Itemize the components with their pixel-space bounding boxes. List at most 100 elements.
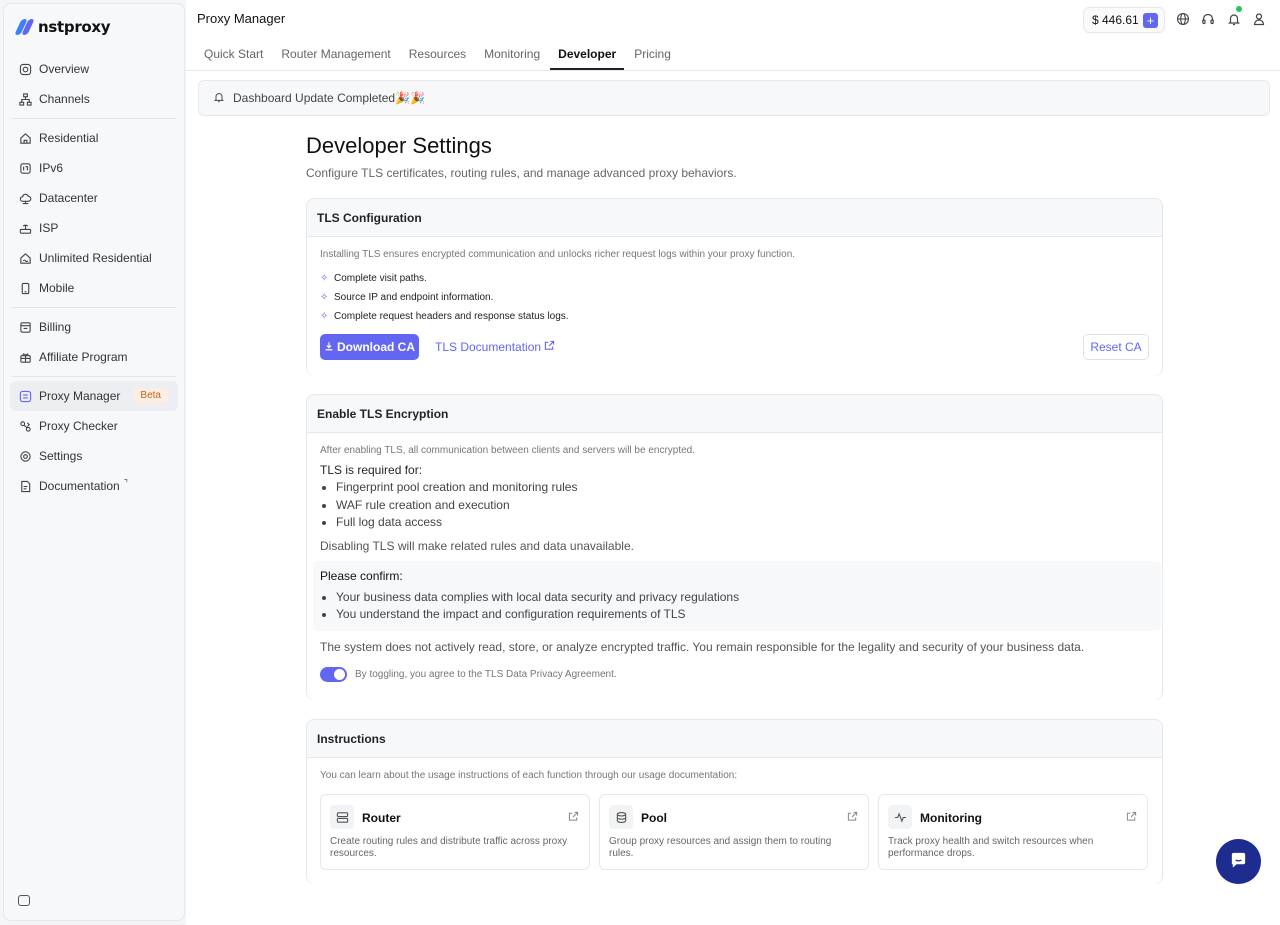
sidebar-item-settings[interactable]: Settings <box>10 441 178 471</box>
external-link-icon: ⌝ <box>123 477 128 488</box>
tls-actions: Download CA TLS Documentation Reset CA <box>320 334 1149 360</box>
list-item: You understand the impact and configurat… <box>336 607 1154 625</box>
page-subtitle: Configure TLS certificates, routing rule… <box>306 166 737 180</box>
top-header: Proxy Manager Quick Start Router Managem… <box>186 0 1280 71</box>
brand-logo[interactable]: nstproxy <box>14 16 111 38</box>
checker-icon <box>19 420 32 433</box>
bell-icon <box>213 91 225 106</box>
sidebar-item-channels[interactable]: Channels <box>10 84 178 114</box>
tab-router-management[interactable]: Router Management <box>273 38 398 70</box>
sidebar: nstproxy Overview Channels Residential I… <box>3 3 185 921</box>
notification-dot <box>1236 6 1242 12</box>
sidebar-item-label: Mobile <box>39 281 75 295</box>
infinity-home-icon <box>19 252 32 265</box>
list-item: ✧ Source IP and endpoint information. <box>320 288 1149 307</box>
toggle-label: By toggling, you agree to the TLS Data P… <box>355 668 617 680</box>
ipv6-icon <box>19 162 32 175</box>
card-description: Group proxy resources and assign them to… <box>609 836 832 859</box>
sidebar-item-documentation[interactable]: Documentation ⌝ <box>10 471 178 501</box>
sidebar-item-label: Channels <box>39 92 90 106</box>
card-title: TLS Configuration <box>317 210 422 225</box>
tls-encryption-card: Enable TLS Encryption After enabling TLS… <box>306 394 1163 700</box>
card-name: Pool <box>641 811 667 825</box>
user-icon[interactable] <box>1252 12 1266 26</box>
list-item: ✧ Complete visit paths. <box>320 269 1149 288</box>
globe-icon[interactable] <box>1176 12 1190 26</box>
sidebar-item-isp[interactable]: ISP <box>10 213 178 243</box>
tab-quick-start[interactable]: Quick Start <box>196 38 271 70</box>
nav-divider <box>12 376 176 377</box>
sparkle-icon: ✧ <box>320 292 329 303</box>
sidebar-item-label: Proxy Manager <box>39 389 121 403</box>
sidebar-item-proxy-checker[interactable]: Proxy Checker <box>10 411 178 441</box>
sparkle-icon: ✧ <box>320 311 329 322</box>
sidebar-item-affiliate-program[interactable]: Affiliate Program <box>10 342 178 372</box>
download-icon <box>324 340 334 354</box>
button-label: Download CA <box>337 340 415 354</box>
instruction-card-router[interactable]: Router Create routing rules and distribu… <box>320 794 590 870</box>
pulse-icon <box>888 805 912 829</box>
feature-list: ✧ Complete visit paths. ✧ Source IP and en… <box>320 269 1149 326</box>
sidebar-item-label: IPv6 <box>39 161 64 175</box>
sidebar-item-label: Proxy Checker <box>39 419 118 433</box>
gift-icon <box>19 351 32 364</box>
instructions-description: You can learn about the usage instructio… <box>320 770 738 781</box>
sidebar-item-datacenter[interactable]: Datacenter <box>10 183 178 213</box>
external-link-icon <box>544 340 555 354</box>
tls-config-description: Installing TLS ensures encrypted communi… <box>320 249 796 260</box>
sidebar-item-label: ISP <box>39 221 59 235</box>
chat-support-button[interactable] <box>1216 839 1261 884</box>
app-title: Proxy Manager <box>197 11 286 26</box>
instruction-card-pool[interactable]: Pool Group proxy resources and assign th… <box>599 794 869 870</box>
tls-toggle-switch[interactable] <box>320 666 347 682</box>
sidebar-item-unlimited-residential[interactable]: Unlimited Residential <box>10 243 178 273</box>
cloud-icon <box>19 192 32 205</box>
card-description: Track proxy health and switch resources … <box>888 836 1094 859</box>
page-title: Developer Settings <box>306 133 492 158</box>
feature-text: Complete visit paths. <box>334 273 427 284</box>
sidebar-item-ipv6[interactable]: IPv6 <box>10 153 178 183</box>
card-title: Instructions <box>317 731 386 746</box>
sidebar-item-label: Unlimited Residential <box>39 251 152 265</box>
home-icon <box>19 132 32 145</box>
sidebar-item-billing[interactable]: Billing <box>10 312 178 342</box>
sidebar-item-residential[interactable]: Residential <box>10 123 178 153</box>
sidebar-item-mobile[interactable]: Mobile <box>10 273 178 303</box>
server-icon <box>330 805 354 829</box>
router-icon <box>19 222 32 235</box>
toggle-knob <box>334 668 345 680</box>
list-item: Full log data access <box>336 515 1149 533</box>
billing-icon <box>19 321 32 334</box>
tab-monitoring[interactable]: Monitoring <box>476 38 548 70</box>
confirm-box: Please confirm: Your business data compl… <box>313 560 1161 631</box>
sidebar-item-overview[interactable]: Overview <box>10 54 178 84</box>
link-label: TLS Documentation <box>435 340 542 354</box>
reset-ca-button[interactable]: Reset CA <box>1083 334 1149 360</box>
tab-resources[interactable]: Resources <box>401 38 474 70</box>
download-ca-button[interactable]: Download CA <box>320 334 419 360</box>
sidebar-item-proxy-manager[interactable]: Proxy Manager Beta <box>10 381 178 411</box>
gear-icon <box>19 450 32 463</box>
card-body: Installing TLS ensures encrypted communi… <box>307 236 1162 376</box>
instruction-card-monitoring[interactable]: Monitoring Track proxy health and switch… <box>878 794 1148 870</box>
bell-icon[interactable] <box>1227 12 1241 26</box>
card-description: Create routing rules and distribute traf… <box>330 836 568 859</box>
external-link-icon <box>1126 811 1137 822</box>
list-item: ✧ Complete request headers and response s… <box>320 307 1149 326</box>
balance-display[interactable]: $ 446.61 + <box>1083 7 1165 33</box>
banner-text: Dashboard Update Completed🎉🎉 <box>233 91 425 105</box>
tab-developer[interactable]: Developer <box>550 38 625 70</box>
card-body: You can learn about the usage instructio… <box>307 757 1162 884</box>
external-link-icon <box>847 811 858 822</box>
headset-icon[interactable] <box>1201 12 1215 26</box>
sidebar-collapse-icon[interactable] <box>18 895 30 906</box>
sidebar-nav: Overview Channels Residential IPv6 Datac… <box>10 54 178 501</box>
main-content: Dashboard Update Completed🎉🎉 Developer S… <box>186 71 1280 925</box>
card-title: Enable TLS Encryption <box>317 406 449 421</box>
sidebar-item-label: Datacenter <box>39 191 98 205</box>
tls-documentation-link[interactable]: TLS Documentation <box>435 340 555 354</box>
tab-pricing[interactable]: Pricing <box>626 38 679 70</box>
card-name: Monitoring <box>920 811 982 825</box>
add-funds-button[interactable]: + <box>1143 13 1158 28</box>
nav-divider <box>12 118 176 119</box>
